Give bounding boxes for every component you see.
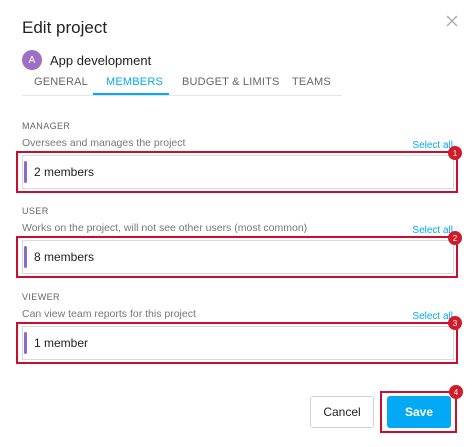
viewer-description: Can view team reports for this project (22, 308, 196, 320)
save-button[interactable]: Save (387, 396, 451, 428)
role-accent-bar (24, 332, 27, 354)
step-marker-3: 3 (448, 316, 462, 330)
user-label: USER (22, 206, 49, 216)
tab-budget-limits[interactable]: BUDGET & LIMITS (182, 76, 280, 88)
project-name: App development (50, 52, 152, 68)
user-select-all-link[interactable]: Select all (412, 225, 453, 236)
cancel-button[interactable]: Cancel (310, 396, 374, 428)
tab-bar: GENERAL MEMBERS BUDGET & LIMITS TEAMS (22, 72, 342, 96)
step-marker-2: 2 (448, 231, 462, 245)
viewer-members-field[interactable]: 1 member (22, 326, 454, 360)
tab-teams[interactable]: TEAMS (292, 76, 331, 88)
viewer-select-all-link[interactable]: Select all (412, 311, 453, 322)
user-description: Works on the project, will not see other… (22, 222, 308, 234)
user-members-value: 8 members (34, 250, 95, 264)
tab-members[interactable]: MEMBERS (106, 76, 163, 88)
manager-label: MANAGER (22, 121, 71, 131)
viewer-label: VIEWER (22, 292, 60, 302)
role-accent-bar (24, 246, 27, 268)
project-avatar: A (22, 50, 42, 70)
viewer-members-value: 1 member (34, 336, 89, 350)
user-members-field[interactable]: 8 members (22, 240, 454, 274)
manager-description: Oversees and manages the project (22, 137, 186, 149)
step-marker-4: 4 (449, 385, 463, 399)
manager-members-field[interactable]: 2 members (22, 155, 454, 189)
tab-general[interactable]: GENERAL (34, 76, 88, 88)
step-marker-1: 1 (448, 146, 462, 160)
dialog-title: Edit project (22, 18, 108, 37)
active-tab-indicator (93, 93, 169, 95)
close-icon[interactable] (443, 12, 461, 30)
manager-select-all-link[interactable]: Select all (412, 140, 453, 151)
project-info: A App development (22, 50, 151, 70)
manager-members-value: 2 members (34, 165, 95, 179)
role-accent-bar (24, 161, 27, 183)
